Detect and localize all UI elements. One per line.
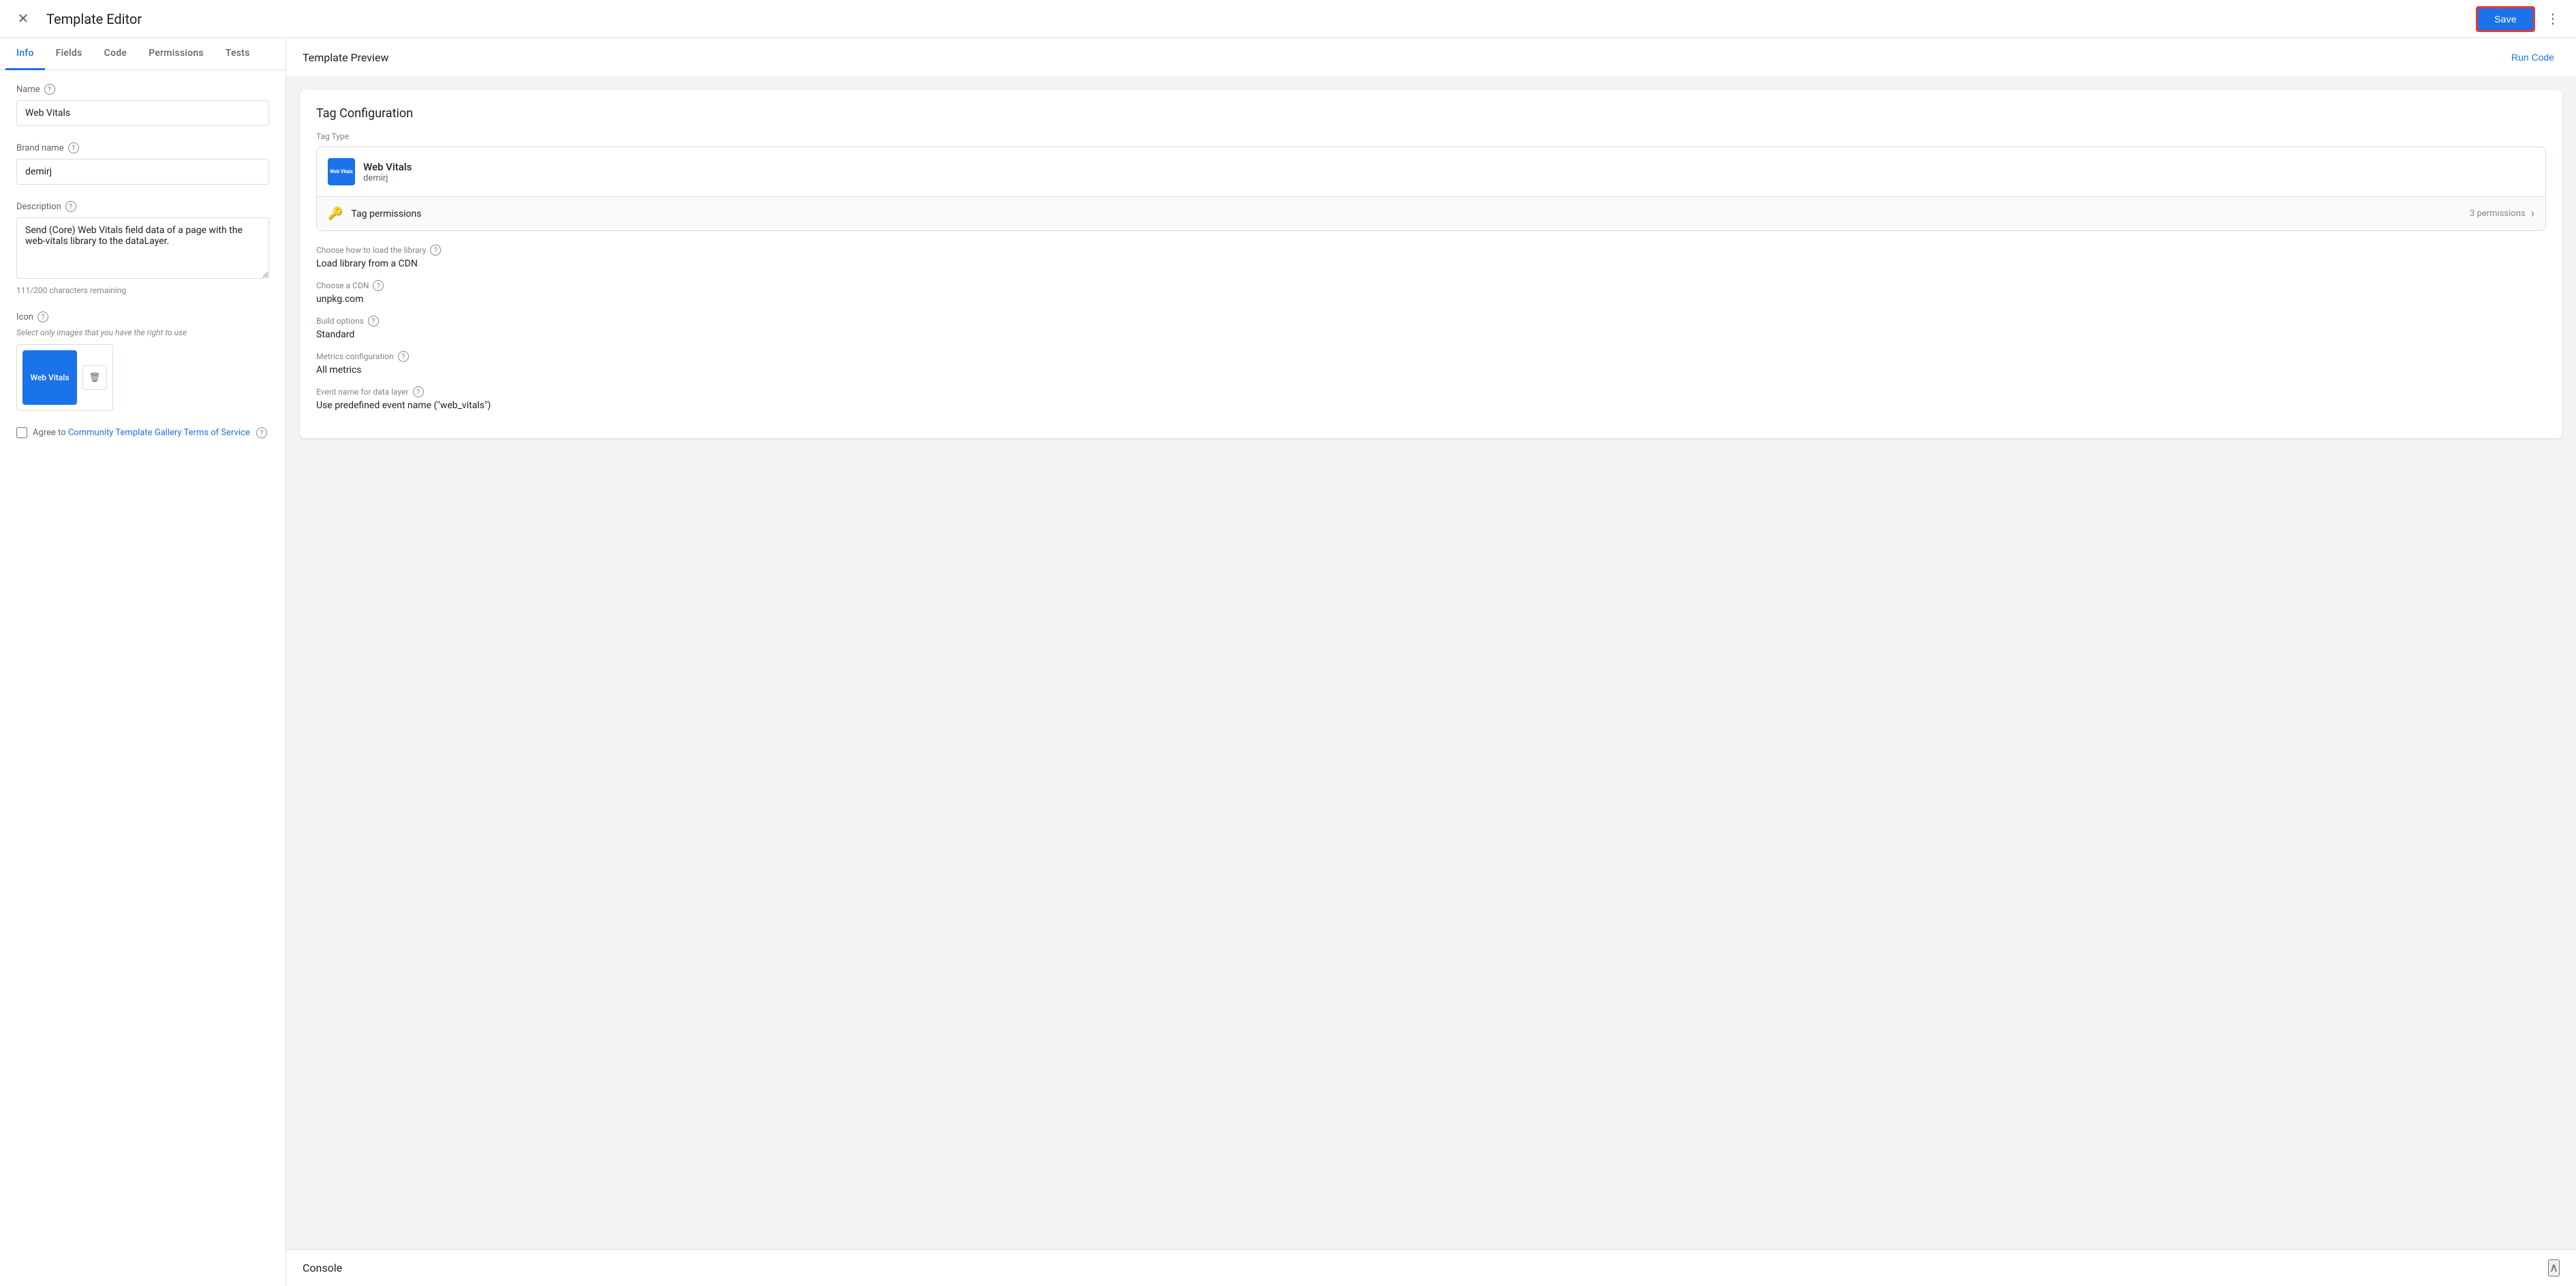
agree-text: Agree to Community Template Gallery Term…	[33, 427, 267, 438]
header: ✕ Template Editor Save ⋮	[0, 0, 2576, 38]
tag-type-card: Web Vitals Web Vitals demirj 🔑 Tag permi…	[316, 147, 2546, 231]
load-library-value: Load library from a CDN	[316, 258, 2546, 269]
cdn-value: unpkg.com	[316, 294, 2546, 305]
tag-author: demirj	[363, 173, 412, 183]
left-panel: Info Fields Code Permissions Tests Name …	[0, 38, 286, 1286]
console-title: Console	[303, 1261, 342, 1274]
agree-row: Agree to Community Template Gallery Term…	[16, 427, 269, 438]
char-count: 111/200 characters remaining	[16, 286, 269, 295]
close-button[interactable]: ✕	[11, 7, 35, 31]
icon-help-icon[interactable]: ?	[37, 311, 48, 322]
more-options-button[interactable]: ⋮	[2541, 7, 2565, 30]
load-library-label: Choose how to load the library ?	[316, 245, 2546, 256]
metrics-option: Metrics configuration ? All metrics	[316, 351, 2546, 376]
permissions-row[interactable]: 🔑 Tag permissions 3 permissions ›	[317, 197, 2545, 230]
brand-name-help-icon[interactable]: ?	[68, 142, 79, 153]
right-panel: Template Preview Run Code Tag Configurat…	[286, 38, 2576, 1286]
save-button[interactable]: Save	[2476, 6, 2535, 32]
tag-type-row: Web Vitals Web Vitals demirj	[317, 147, 2545, 197]
event-name-help-icon[interactable]: ?	[413, 386, 424, 397]
tag-name: Web Vitals	[363, 161, 412, 173]
tab-tests[interactable]: Tests	[215, 38, 261, 70]
left-panel-content: Name ? Brand name ? Description ? S	[0, 70, 286, 1286]
description-input[interactable]: Send (Core) Web Vitals field data of a p…	[16, 217, 269, 279]
preview-area: Tag Configuration Tag Type Web Vitals We…	[286, 76, 2576, 1249]
event-name-option: Event name for data layer ? Use predefin…	[316, 386, 2546, 411]
tab-code[interactable]: Code	[93, 38, 138, 70]
console-header: Console ∧	[286, 1250, 2576, 1286]
permissions-count: 3 permissions	[2470, 209, 2526, 219]
delete-icon: 🗑	[89, 372, 101, 383]
tag-type-label: Tag Type	[316, 132, 2546, 141]
name-label: Name ?	[16, 84, 269, 95]
brand-name-field-group: Brand name ?	[16, 142, 269, 185]
description-help-icon[interactable]: ?	[65, 201, 76, 212]
tag-config-title: Tag Configuration	[316, 106, 2546, 121]
permissions-chevron-icon: ›	[2531, 206, 2534, 221]
description-field-group: Description ? Send (Core) Web Vitals fie…	[16, 201, 269, 295]
console-collapse-button[interactable]: ∧	[2548, 1259, 2560, 1276]
run-code-button[interactable]: Run Code	[2506, 49, 2560, 65]
description-label: Description ?	[16, 201, 269, 212]
name-input[interactable]	[16, 100, 269, 126]
tag-info: Web Vitals demirj	[363, 161, 412, 183]
right-header: Template Preview Run Code	[286, 38, 2576, 76]
build-options-help-icon[interactable]: ?	[368, 316, 379, 326]
load-library-option: Choose how to load the library ? Load li…	[316, 245, 2546, 269]
tab-fields[interactable]: Fields	[45, 38, 93, 70]
tabs-bar: Info Fields Code Permissions Tests	[0, 38, 286, 70]
main-content: Info Fields Code Permissions Tests Name …	[0, 38, 2576, 1286]
icon-hint-text: Select only images that you have the rig…	[16, 328, 269, 337]
key-icon: 🔑	[328, 206, 343, 221]
header-left: ✕ Template Editor	[11, 7, 142, 31]
terms-help-icon[interactable]: ?	[256, 427, 267, 438]
metrics-value: All metrics	[316, 365, 2546, 376]
tab-info[interactable]: Info	[5, 38, 45, 70]
cdn-label: Choose a CDN ?	[316, 280, 2546, 291]
tag-icon: Web Vitals	[328, 158, 355, 185]
metrics-label: Metrics configuration ?	[316, 351, 2546, 362]
header-right: Save ⋮	[2476, 6, 2565, 32]
brand-name-input[interactable]	[16, 159, 269, 185]
permissions-label: Tag permissions	[351, 209, 2470, 219]
build-options-value: Standard	[316, 329, 2546, 340]
metrics-help-icon[interactable]: ?	[398, 351, 409, 362]
icon-label: Icon ?	[16, 311, 269, 322]
name-help-icon[interactable]: ?	[44, 84, 55, 95]
icon-preview: Web Vitals	[22, 350, 77, 405]
event-name-value: Use predefined event name ("web_vitals")	[316, 400, 2546, 411]
close-icon: ✕	[18, 10, 29, 27]
icon-delete-button[interactable]: 🗑	[82, 365, 107, 390]
cdn-help-icon[interactable]: ?	[373, 280, 384, 291]
load-library-help-icon[interactable]: ?	[430, 245, 441, 256]
preview-card: Tag Configuration Tag Type Web Vitals We…	[300, 90, 2562, 438]
icon-field-group: Icon ? Select only images that you have …	[16, 311, 269, 411]
page-title: Template Editor	[46, 11, 142, 27]
more-icon: ⋮	[2546, 12, 2560, 27]
tab-permissions[interactable]: Permissions	[138, 38, 215, 70]
brand-name-label: Brand name ?	[16, 142, 269, 153]
config-options: Choose how to load the library ? Load li…	[316, 245, 2546, 411]
build-options-option: Build options ? Standard	[316, 316, 2546, 340]
icon-container: Web Vitals 🗑	[16, 344, 113, 411]
preview-title: Template Preview	[303, 51, 388, 64]
terms-link[interactable]: Community Template Gallery Terms of Serv…	[68, 428, 250, 438]
name-field-group: Name ?	[16, 84, 269, 126]
event-name-label: Event name for data layer ?	[316, 386, 2546, 397]
build-options-label: Build options ?	[316, 316, 2546, 326]
cdn-option: Choose a CDN ? unpkg.com	[316, 280, 2546, 305]
console-section: Console ∧	[286, 1249, 2576, 1286]
agree-checkbox[interactable]	[16, 427, 27, 438]
